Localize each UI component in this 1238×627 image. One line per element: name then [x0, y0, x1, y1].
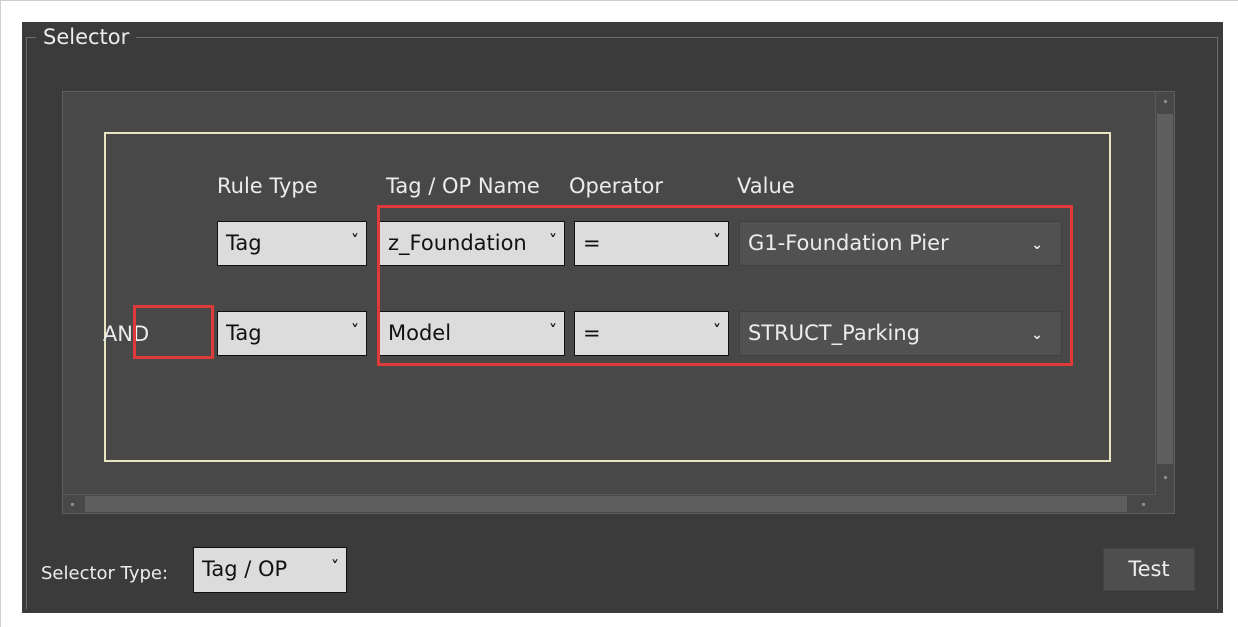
horizontal-scrollbar[interactable] — [63, 494, 1156, 513]
horizontal-scrollbar-thumb[interactable] — [85, 496, 1127, 512]
column-header-tag-op-name: Tag / OP Name — [386, 174, 540, 198]
select-value: Tag — [226, 231, 262, 255]
selector-type-select[interactable]: Tag / OP ˅ — [193, 547, 347, 593]
rule-type-select[interactable]: Tag ˅ — [217, 311, 367, 356]
scroll-up-arrow[interactable] — [1164, 100, 1167, 103]
vertical-scrollbar-thumb[interactable] — [1157, 114, 1173, 464]
column-header-operator: Operator — [569, 174, 663, 198]
chevron-down-icon: ˅ — [351, 231, 359, 250]
column-header-rule-type: Rule Type — [217, 174, 318, 198]
chevron-down-icon: ˅ — [331, 557, 339, 576]
conditions-highlight-box — [377, 205, 1073, 366]
vertical-scrollbar[interactable] — [1155, 92, 1174, 494]
group-title: Selector — [36, 24, 137, 50]
selector-type-label: Selector Type: — [41, 563, 169, 584]
scroll-down-arrow[interactable] — [1164, 476, 1167, 479]
select-value: Tag / OP — [202, 557, 288, 581]
rule-type-select[interactable]: Tag ˅ — [217, 221, 367, 266]
select-value: Tag — [226, 321, 262, 345]
selector-panel: Selector Rule Type Tag / OP Name Operato… — [22, 22, 1223, 613]
test-button[interactable]: Test — [1103, 548, 1195, 591]
scroll-left-arrow[interactable] — [71, 503, 74, 506]
column-header-value: Value — [737, 174, 795, 198]
chevron-down-icon: ˅ — [351, 321, 359, 340]
scroll-right-arrow[interactable] — [1142, 503, 1145, 506]
and-highlight-box — [133, 305, 214, 359]
